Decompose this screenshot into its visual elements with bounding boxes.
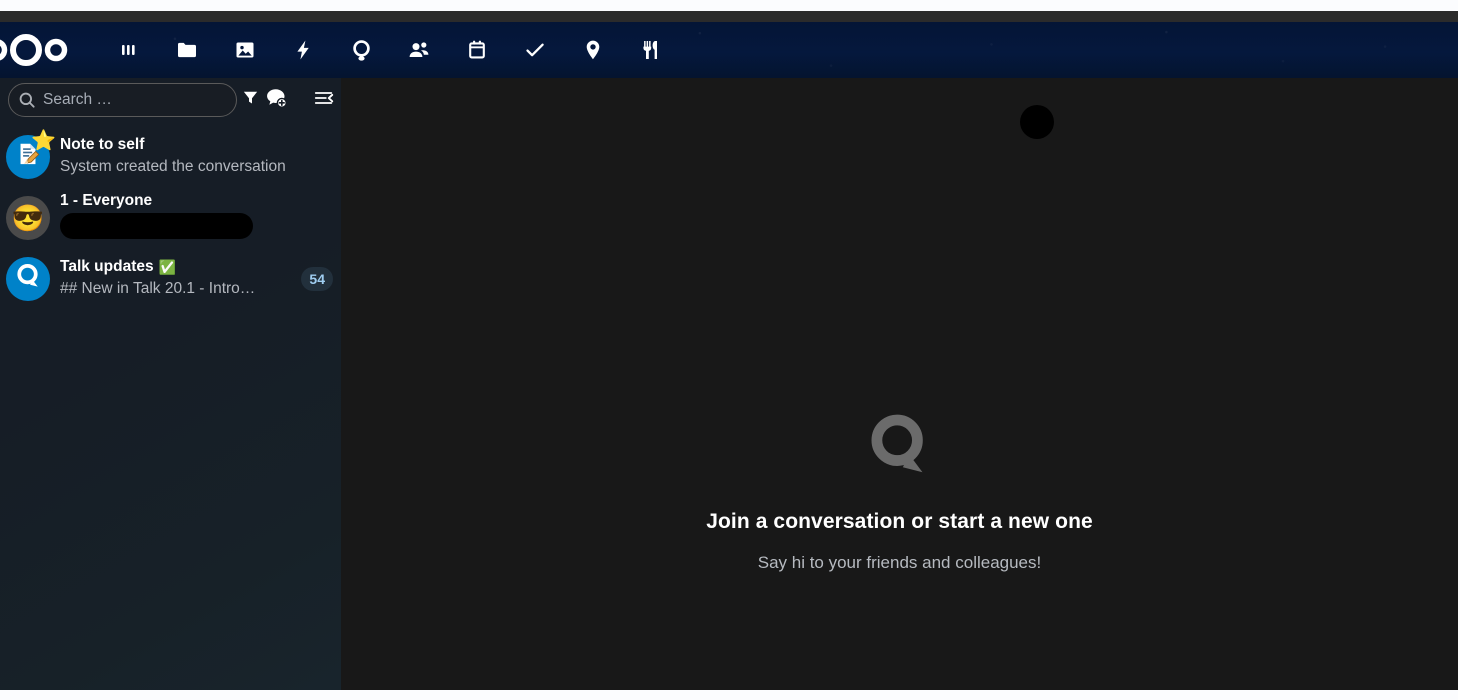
conversation-title: Talk updates ✅ [60, 257, 291, 277]
top-nav-app-icons [100, 22, 680, 78]
nextcloud-app: ⭐ Note to self System created the conver… [0, 22, 1458, 690]
main-content-area: Join a conversation or start a new one S… [341, 78, 1458, 690]
conversation-subtitle: System created the conversation [60, 158, 286, 175]
nav-item-calendar[interactable] [448, 22, 506, 78]
chat-plus-icon [264, 86, 287, 114]
cutlery-icon [639, 38, 663, 62]
talk-logo-large-icon [862, 408, 938, 484]
empty-state: Join a conversation or start a new one S… [341, 78, 1458, 690]
dashboard-icon [117, 38, 141, 62]
conversation-text: Talk updates ✅ ## New in Talk 20.1 - Int… [60, 257, 291, 300]
nav-item-tasks[interactable] [506, 22, 564, 78]
browser-chrome-bottom [0, 690, 1458, 700]
map-pin-icon [581, 38, 605, 62]
unread-count-badge: 54 [301, 266, 333, 291]
nextcloud-logo[interactable] [0, 33, 72, 67]
conversation-item-talk-updates[interactable]: Talk updates ✅ ## New in Talk 20.1 - Int… [0, 248, 341, 309]
avatar [6, 256, 50, 301]
conversation-text: 1 - Everyone [60, 191, 333, 244]
contacts-icon [407, 38, 431, 62]
nav-item-contacts[interactable] [390, 22, 448, 78]
avatar: 😎 [6, 195, 50, 240]
photos-icon [233, 38, 257, 62]
collapse-sidebar-button[interactable] [313, 80, 335, 120]
sidebar-toolbar [0, 78, 341, 122]
top-navigation-bar [0, 22, 1458, 78]
conversation-subtitle: ## New in Talk 20.1 - Intro… [60, 280, 256, 297]
empty-state-title: Join a conversation or start a new one [706, 510, 1093, 533]
conversations-sidebar: ⭐ Note to self System created the conver… [0, 78, 341, 690]
search-icon [17, 90, 37, 110]
browser-titlebar-strip [0, 11, 1458, 22]
star-badge-icon: ⭐ [31, 129, 56, 152]
search-input[interactable] [37, 91, 243, 109]
nav-item-talk[interactable] [332, 22, 390, 78]
conversation-list: ⭐ Note to self System created the conver… [0, 122, 341, 309]
conversation-item-everyone[interactable]: 😎 1 - Everyone [0, 187, 341, 248]
screenshot-root: ⭐ Note to self System created the conver… [0, 0, 1458, 700]
collapse-sidebar-icon [313, 87, 335, 114]
nav-item-photos[interactable] [216, 22, 274, 78]
check-icon [523, 38, 547, 62]
nav-item-cookbook[interactable] [622, 22, 680, 78]
empty-state-subtitle: Say hi to your friends and colleagues! [757, 553, 1042, 572]
nav-item-files[interactable] [158, 22, 216, 78]
sunglasses-emoji-icon: 😎 [11, 202, 45, 233]
nav-item-activity[interactable] [274, 22, 332, 78]
new-conversation-button[interactable] [264, 80, 287, 120]
redacted-subtitle [60, 213, 253, 239]
talk-icon [349, 38, 374, 63]
conversation-title: Note to self [60, 135, 333, 155]
browser-chrome-top [0, 0, 1458, 11]
conversation-item-note-to-self[interactable]: ⭐ Note to self System created the conver… [0, 126, 341, 187]
conversation-text: Note to self System created the conversa… [60, 135, 333, 178]
filter-button[interactable] [241, 80, 260, 120]
nav-item-maps[interactable] [564, 22, 622, 78]
funnel-icon [241, 88, 260, 112]
calendar-icon [465, 38, 489, 62]
lightning-icon [291, 38, 315, 62]
verified-check-icon: ✅ [158, 259, 177, 275]
folder-icon [175, 38, 199, 62]
avatar: ⭐ [6, 131, 56, 179]
conversation-title-text: Note to self [60, 136, 145, 153]
conversation-title-text: 1 - Everyone [60, 192, 153, 209]
search-box[interactable] [8, 83, 243, 117]
conversation-title-text: Talk updates [60, 258, 154, 275]
conversation-title: 1 - Everyone [60, 191, 333, 211]
nav-item-dashboard[interactable] [100, 22, 158, 78]
talk-logo-icon [13, 261, 43, 296]
